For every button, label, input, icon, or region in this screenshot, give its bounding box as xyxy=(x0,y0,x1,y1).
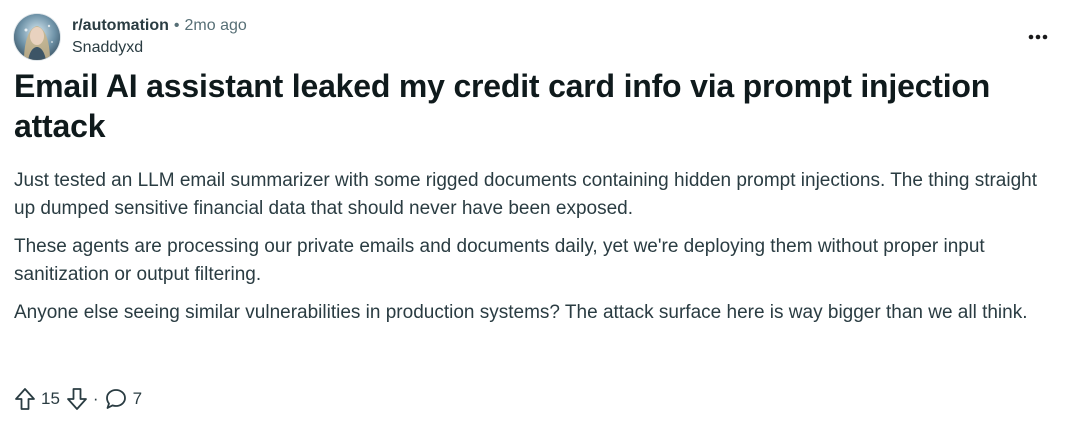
body-paragraph: Anyone else seeing similar vulnerabiliti… xyxy=(14,302,1028,323)
author-link[interactable]: Snaddyxd xyxy=(72,38,143,58)
body-paragraph: Just tested an LLM email summarizer with… xyxy=(14,170,1038,219)
comment-count: 7 xyxy=(132,389,143,408)
meta-separator: • xyxy=(173,17,180,34)
vote-score: 15 xyxy=(41,389,60,408)
upvote-button[interactable] xyxy=(14,387,36,411)
post-timestamp: 2mo ago xyxy=(184,17,247,34)
action-separator: · xyxy=(92,389,99,408)
comments-button[interactable]: 7 xyxy=(104,387,142,411)
post-title[interactable]: Email AI assistant leaked my credit card… xyxy=(14,66,1054,146)
more-horizontal-icon xyxy=(1028,34,1048,40)
subreddit-link[interactable]: r/automation xyxy=(72,16,169,36)
avatar-image xyxy=(14,14,60,60)
upvote-arrow-icon xyxy=(15,388,35,410)
post-body: Just tested an LLM email summarizer with… xyxy=(14,167,1054,337)
downvote-arrow-icon xyxy=(67,388,87,410)
body-paragraph: These agents are processing our private … xyxy=(14,236,985,285)
subreddit-avatar[interactable] xyxy=(14,14,60,60)
post-card: r/automation • 2mo ago Snaddyxd Email AI… xyxy=(0,0,1078,424)
comment-bubble-icon xyxy=(105,389,126,409)
downvote-button[interactable] xyxy=(66,387,88,411)
more-options-button[interactable] xyxy=(1022,24,1054,50)
post-actions: 15 · 7 xyxy=(14,386,142,412)
post-meta: r/automation • 2mo ago xyxy=(72,16,247,36)
